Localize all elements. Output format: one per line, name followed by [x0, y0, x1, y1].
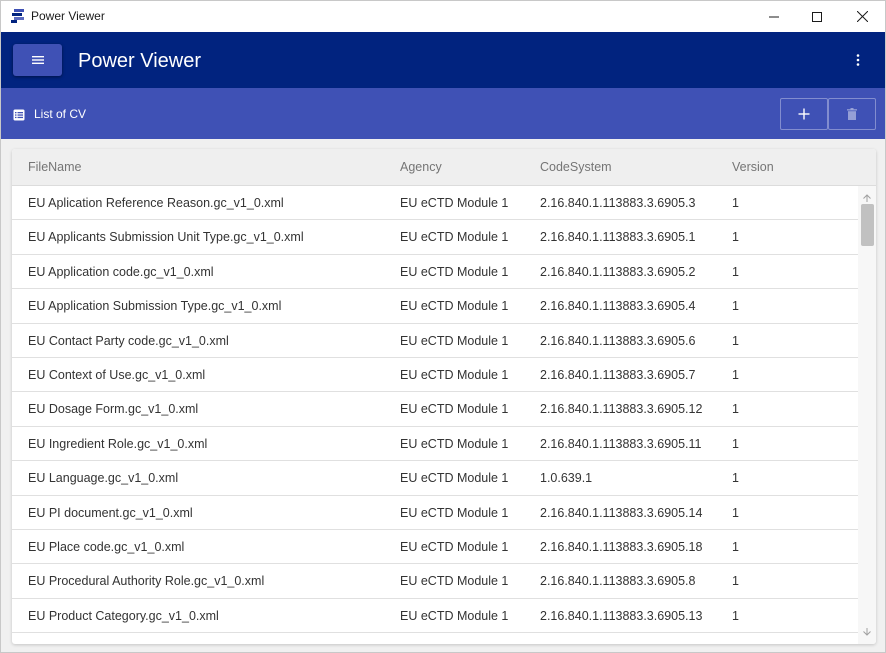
cell-version: 1 — [732, 333, 739, 348]
more-options-button[interactable] — [849, 50, 867, 70]
cell-codesystem: 2.16.840.1.113883.3.6905.11 — [540, 436, 702, 451]
cell-agency: EU eCTD Module 1 — [400, 264, 509, 279]
cell-agency: EU eCTD Module 1 — [400, 333, 509, 348]
plus-icon — [798, 108, 810, 120]
cell-version: 1 — [732, 608, 739, 623]
cell-version: 1 — [732, 505, 739, 520]
table-row[interactable]: EU Language.gc_v1_0.xml EU eCTD Module 1… — [12, 461, 858, 496]
cell-version: 1 — [732, 402, 739, 417]
cell-filename: EU Application Submission Type.gc_v1_0.x… — [28, 299, 282, 314]
cell-agency: EU eCTD Module 1 — [400, 367, 509, 382]
cell-version: 1 — [732, 574, 739, 589]
column-header-version[interactable]: Version — [732, 160, 774, 174]
cell-agency: EU eCTD Module 1 — [400, 196, 509, 210]
cell-codesystem: 2.16.840.1.113883.3.6905.8 — [540, 574, 696, 589]
cell-agency: EU eCTD Module 1 — [400, 608, 509, 623]
cv-table: FileName Agency CodeSystem Version EU Ap… — [12, 149, 876, 644]
cell-version: 1 — [732, 264, 739, 279]
cell-codesystem: 2.16.840.1.113883.3.6905.1 — [540, 230, 696, 245]
cell-filename: EU Applicants Submission Unit Type.gc_v1… — [28, 230, 304, 245]
cell-filename: EU Ingredient Role.gc_v1_0.xml — [28, 436, 208, 451]
cell-agency: EU eCTD Module 1 — [400, 471, 509, 486]
content-area: FileName Agency CodeSystem Version EU Ap… — [1, 139, 885, 652]
scrollbar-thumb[interactable] — [861, 204, 874, 246]
list-icon — [13, 108, 25, 121]
minimize-button[interactable] — [751, 1, 797, 32]
table-row[interactable]: EU Context of Use.gc_v1_0.xml EU eCTD Mo… — [12, 358, 858, 393]
app-window: Power Viewer Power Viewer List of CV Fil… — [0, 0, 886, 653]
hamburger-icon — [31, 56, 44, 64]
app-logo-icon — [11, 9, 25, 23]
cell-version: 1 — [732, 471, 739, 486]
cell-codesystem: 2.16.840.1.113883.3.6905.12 — [540, 402, 703, 417]
window-title: Power Viewer — [31, 9, 105, 23]
cell-codesystem: 2.16.840.1.113883.3.6905.6 — [540, 333, 696, 348]
cell-agency: EU eCTD Module 1 — [400, 402, 509, 417]
column-header-agency[interactable]: Agency — [400, 160, 442, 174]
table-row[interactable]: EU Ingredient Role.gc_v1_0.xml EU eCTD M… — [12, 427, 858, 462]
more-vertical-icon — [856, 54, 860, 66]
cell-codesystem: 1.0.639.1 — [540, 471, 593, 486]
maximize-icon — [812, 11, 822, 22]
cell-agency: EU eCTD Module 1 — [400, 574, 509, 589]
vertical-scrollbar[interactable] — [858, 186, 876, 644]
table-row[interactable]: EU Place code.gc_v1_0.xml EU eCTD Module… — [12, 530, 858, 565]
cell-version: 1 — [732, 436, 739, 451]
cell-agency: EU eCTD Module 1 — [400, 505, 509, 520]
cell-filename: EU Contact Party code.gc_v1_0.xml — [28, 333, 229, 348]
cell-codesystem: 2.16.840.1.113883.3.6905.2 — [540, 264, 696, 279]
scroll-down-icon[interactable] — [862, 623, 872, 641]
cell-codesystem: 2.16.840.1.113883.3.6905.13 — [540, 608, 703, 623]
cell-filename: EU Dosage Form.gc_v1_0.xml — [28, 402, 199, 417]
cell-version: 1 — [732, 539, 739, 554]
maximize-button[interactable] — [794, 1, 840, 32]
cell-filename: EU Place code.gc_v1_0.xml — [28, 539, 185, 554]
app-title: Power Viewer — [78, 50, 202, 72]
list-toolbar: List of CV — [1, 88, 885, 139]
list-title: List of CV — [34, 107, 87, 121]
delete-button[interactable] — [828, 98, 876, 130]
cell-filename: EU Application code.gc_v1_0.xml — [28, 264, 214, 279]
close-button[interactable] — [839, 1, 885, 32]
cell-agency: EU eCTD Module 1 — [400, 230, 509, 245]
minimize-icon — [769, 16, 779, 17]
cell-codesystem: 2.16.840.1.113883.3.6905.7 — [540, 367, 696, 382]
cell-filename: EU Product Category.gc_v1_0.xml — [28, 608, 219, 623]
cell-codesystem: 2.16.840.1.113883.3.6905.3 — [540, 196, 696, 210]
column-header-filename[interactable]: FileName — [28, 160, 82, 174]
column-header-codesystem[interactable]: CodeSystem — [540, 160, 612, 174]
cell-version: 1 — [732, 367, 739, 382]
close-icon — [856, 11, 868, 22]
cell-filename: EU Aplication Reference Reason.gc_v1_0.x… — [28, 196, 284, 210]
table-row[interactable]: EU Procedural Authority Role.gc_v1_0.xml… — [12, 564, 858, 599]
table-header: FileName Agency CodeSystem Version — [12, 149, 876, 186]
cell-agency: EU eCTD Module 1 — [400, 539, 509, 554]
cell-filename: EU Context of Use.gc_v1_0.xml — [28, 367, 206, 382]
cell-version: 1 — [732, 230, 739, 245]
app-header: Power Viewer — [1, 32, 885, 88]
cell-agency: EU eCTD Module 1 — [400, 436, 509, 451]
trash-icon — [847, 108, 857, 120]
cell-filename: EU Language.gc_v1_0.xml — [28, 471, 179, 486]
menu-button[interactable] — [13, 44, 62, 76]
table-row[interactable]: EU Aplication Reference Reason.gc_v1_0.x… — [12, 186, 858, 221]
cell-codesystem: 2.16.840.1.113883.3.6905.18 — [540, 539, 703, 554]
cell-codesystem: 2.16.840.1.113883.3.6905.14 — [540, 505, 703, 520]
cell-version: 1 — [732, 196, 739, 210]
add-button[interactable] — [780, 98, 828, 130]
cell-filename: EU PI document.gc_v1_0.xml — [28, 505, 193, 520]
cell-version: 1 — [732, 299, 739, 314]
table-row[interactable]: EU Product Category.gc_v1_0.xml EU eCTD … — [12, 599, 858, 634]
cell-filename: EU Procedural Authority Role.gc_v1_0.xml — [28, 574, 265, 589]
cell-codesystem: 2.16.840.1.113883.3.6905.4 — [540, 299, 696, 314]
table-row[interactable]: EU Applicants Submission Unit Type.gc_v1… — [12, 220, 858, 255]
table-row[interactable]: EU Application Submission Type.gc_v1_0.x… — [12, 289, 858, 324]
table-row[interactable]: EU Application code.gc_v1_0.xml EU eCTD … — [12, 255, 858, 290]
table-row[interactable]: EU Contact Party code.gc_v1_0.xml EU eCT… — [12, 324, 858, 358]
cell-agency: EU eCTD Module 1 — [400, 299, 509, 314]
table-body: EU Aplication Reference Reason.gc_v1_0.x… — [12, 186, 858, 644]
table-row[interactable]: EU PI document.gc_v1_0.xml EU eCTD Modul… — [12, 496, 858, 530]
table-row[interactable]: EU Dosage Form.gc_v1_0.xml EU eCTD Modul… — [12, 392, 858, 427]
title-bar: Power Viewer — [1, 1, 885, 32]
